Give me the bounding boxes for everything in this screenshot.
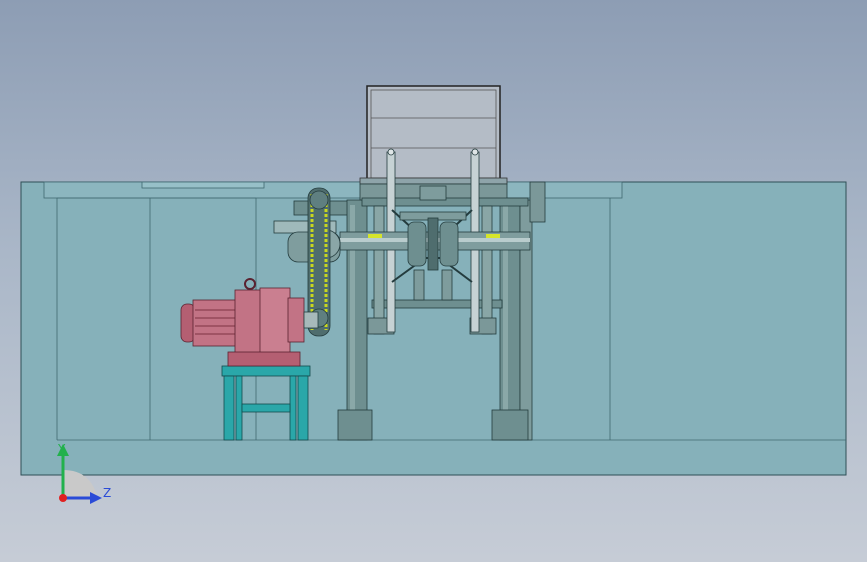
z-arrowhead — [90, 492, 102, 504]
cad-graphics-viewport[interactable]: Y Z — [0, 0, 867, 562]
machine-model[interactable] — [0, 0, 867, 562]
y-axis-label: Y — [58, 442, 66, 456]
hopper[interactable] — [359, 85, 508, 185]
z-axis-label: Z — [103, 486, 112, 500]
x-axis-dot — [59, 494, 67, 502]
